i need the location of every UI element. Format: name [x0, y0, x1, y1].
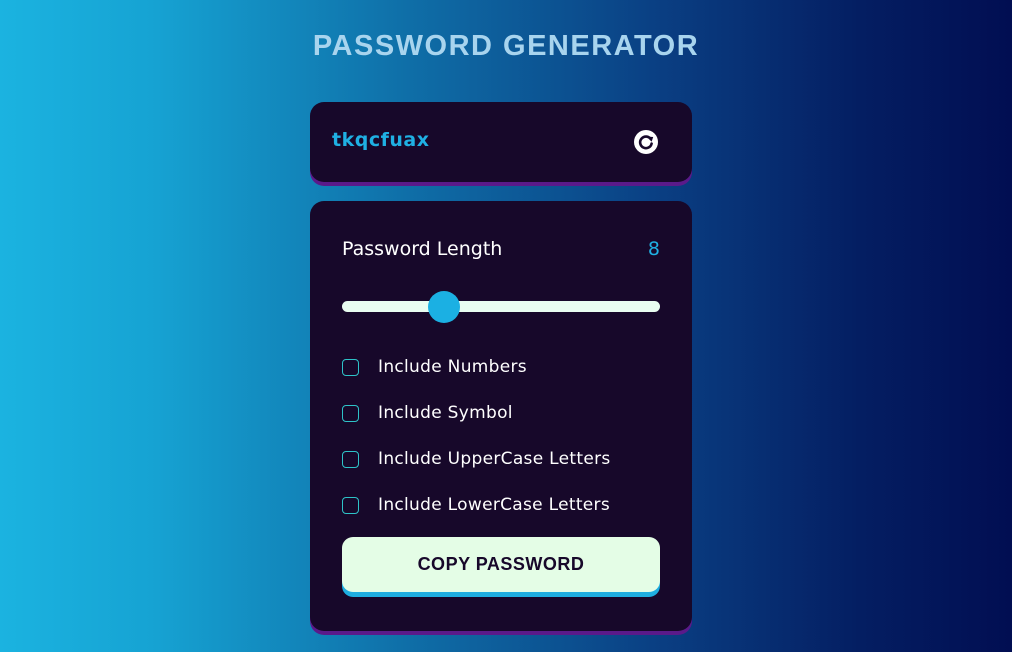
include-numbers-label: Include Numbers — [378, 357, 527, 377]
include-lowercase-checkbox[interactable] — [342, 496, 359, 514]
password-length-slider[interactable] — [342, 291, 660, 323]
include-lowercase-label: Include LowerCase Letters — [378, 495, 610, 515]
refresh-button[interactable] — [633, 129, 659, 155]
include-uppercase-label: Include UpperCase Letters — [378, 449, 611, 469]
password-output: tkqcfuax — [332, 129, 430, 151]
option-include-symbol[interactable]: Include Symbol — [342, 401, 513, 425]
settings-card: Password Length 8 Include Numbers Includ… — [310, 201, 692, 631]
include-uppercase-checkbox[interactable] — [342, 450, 359, 468]
include-symbol-label: Include Symbol — [378, 403, 513, 423]
password-length-label: Password Length — [342, 238, 503, 260]
password-output-card: tkqcfuax — [310, 102, 692, 182]
refresh-icon — [634, 130, 658, 154]
option-include-lowercase[interactable]: Include LowerCase Letters — [342, 493, 610, 517]
copy-password-button[interactable]: COPY PASSWORD — [342, 537, 660, 592]
include-numbers-checkbox[interactable] — [342, 358, 359, 376]
page-title: PASSWORD GENERATOR — [312, 30, 700, 62]
option-include-numbers[interactable]: Include Numbers — [342, 355, 527, 379]
password-length-value: 8 — [647, 238, 660, 260]
option-include-uppercase[interactable]: Include UpperCase Letters — [342, 447, 611, 471]
include-symbol-checkbox[interactable] — [342, 404, 359, 422]
slider-thumb[interactable] — [427, 291, 460, 323]
